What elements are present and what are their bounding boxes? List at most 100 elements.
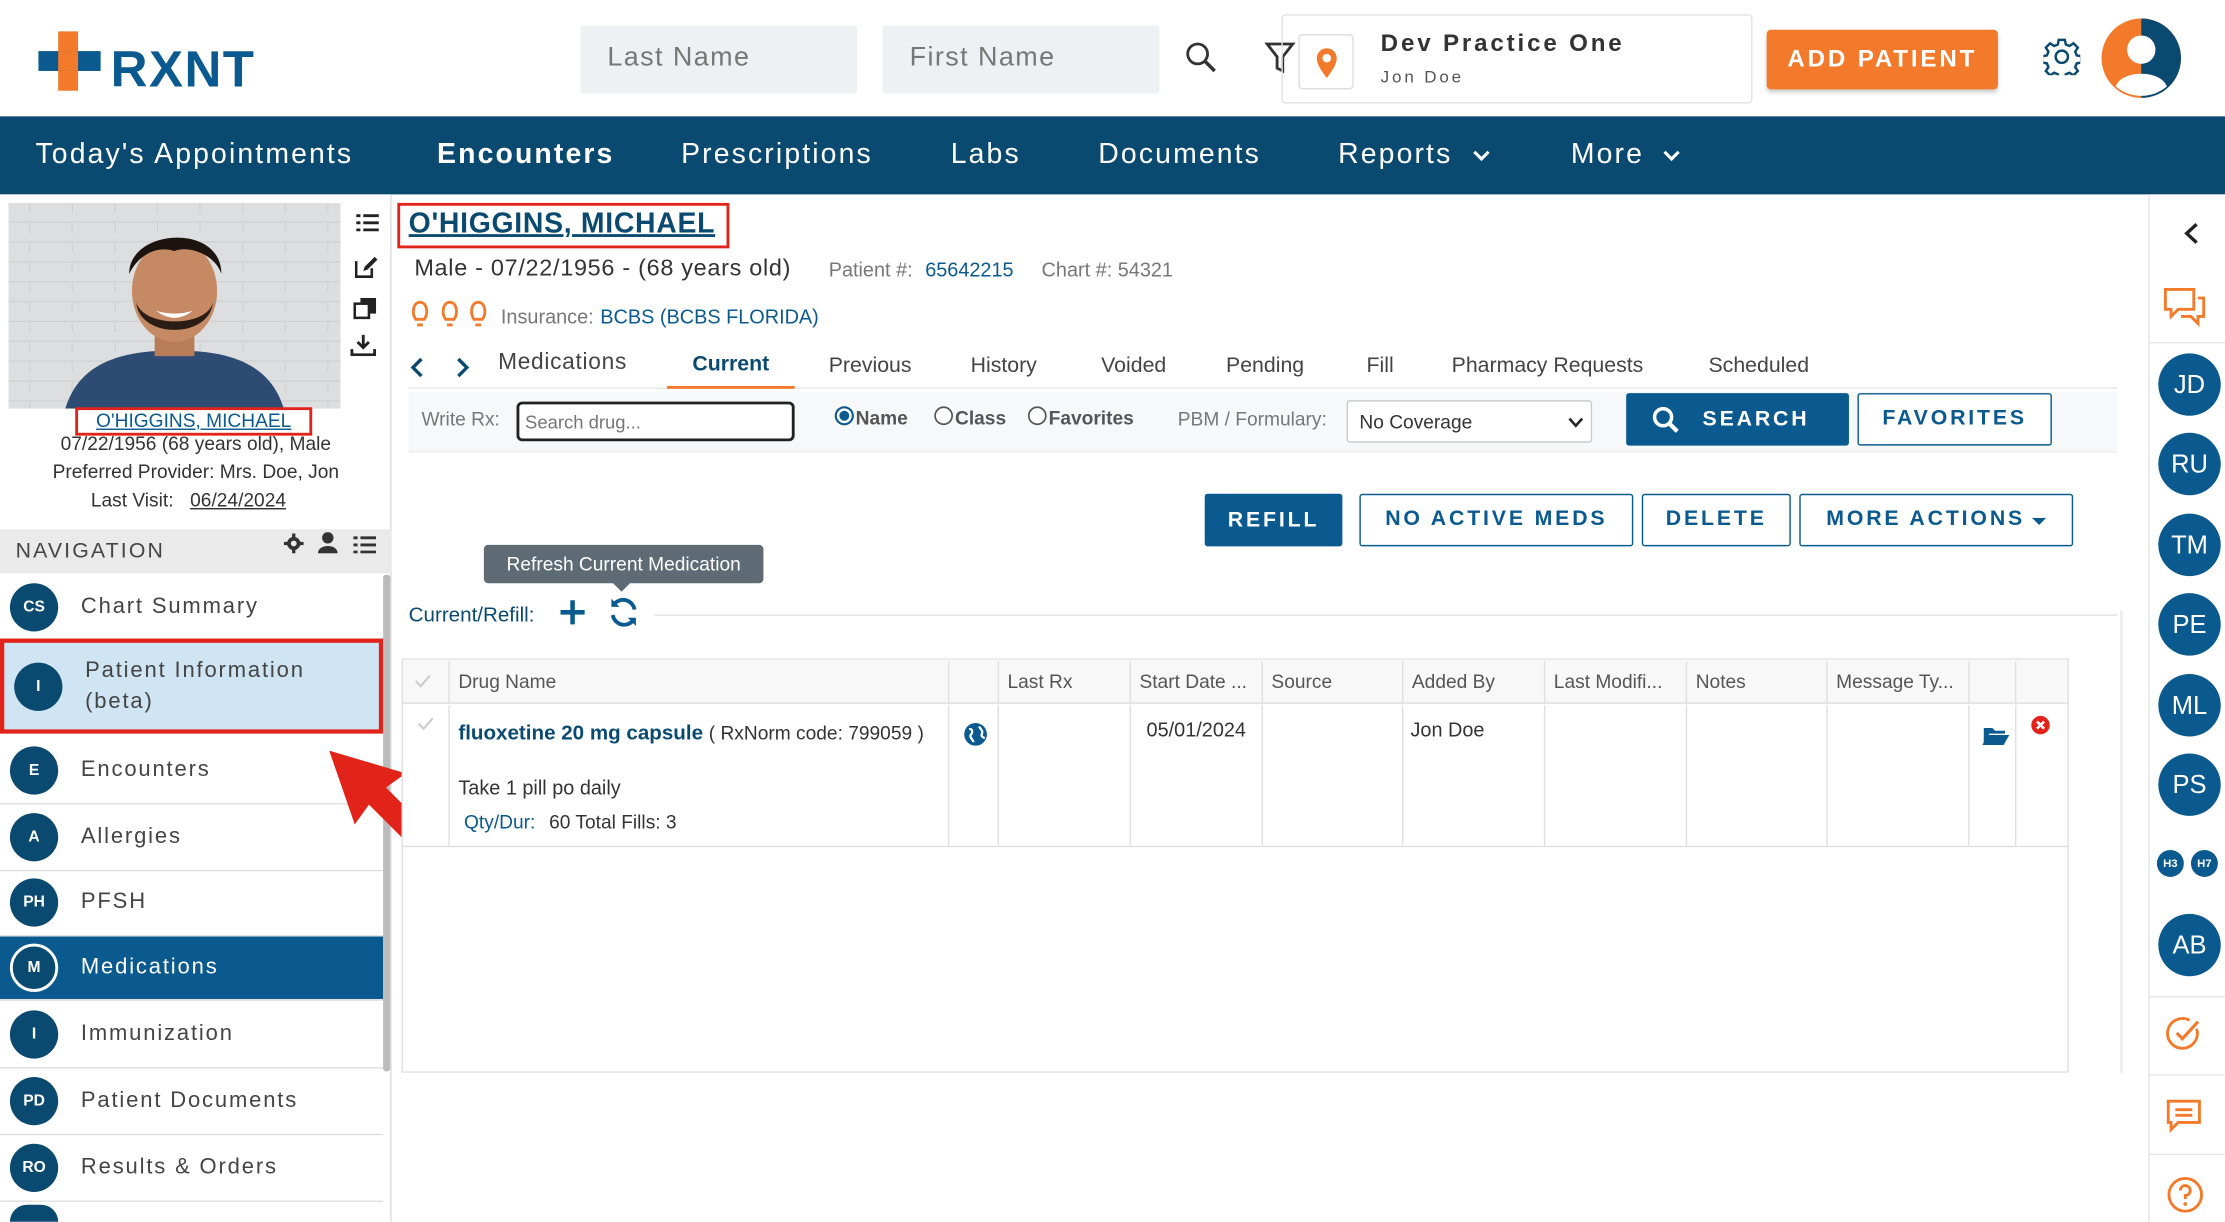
nav-item-patient-information[interactable]: I Patient Information (beta) [0, 638, 384, 734]
refresh-icon[interactable] [607, 596, 640, 629]
col-added-by[interactable]: Added By [1401, 661, 1544, 704]
chat-icon[interactable] [2161, 285, 2206, 328]
nav-item-label: Encounters [80, 757, 211, 782]
nav-labs[interactable]: Labs [951, 116, 1021, 194]
drug-name[interactable]: fluoxetine 20 mg capsule [458, 722, 703, 745]
no-active-meds-button[interactable]: NO ACTIVE MEDS [1359, 493, 1634, 547]
search-drug-input[interactable] [516, 401, 795, 442]
col-start-date[interactable]: Start Date ... [1129, 661, 1262, 704]
avatar-tm[interactable]: TM [2158, 513, 2221, 577]
chevron-left-icon[interactable] [2182, 221, 2199, 245]
favorites-button[interactable]: FAVORITES [1857, 393, 2052, 446]
avatar-jd[interactable]: JD [2158, 353, 2221, 416]
avatar-ab[interactable]: AB [2158, 913, 2221, 977]
delete-x-icon[interactable] [2031, 715, 2051, 735]
folder-open-icon[interactable] [1982, 725, 2010, 745]
search-icon[interactable] [1185, 41, 1219, 75]
add-icon[interactable] [558, 597, 588, 627]
avatar-ml[interactable]: ML [2158, 674, 2221, 737]
nav-item-patient-documents[interactable]: PD Patient Documents [0, 1069, 384, 1136]
refill-button[interactable]: REFILL [1204, 493, 1343, 547]
pbm-select[interactable]: No Coverage [1346, 400, 1593, 443]
copy-icon[interactable] [353, 297, 377, 321]
help-icon[interactable] [2167, 1176, 2204, 1213]
nav-item-encounters[interactable]: E Encounters [0, 738, 384, 805]
add-patient-button[interactable]: ADD PATIENT [1766, 29, 1998, 90]
tab-pending[interactable]: Pending [1226, 353, 1304, 377]
list-icon[interactable] [356, 213, 379, 233]
first-name-input[interactable]: First Name [882, 25, 1160, 94]
avatar-pe[interactable]: PE [2158, 593, 2221, 656]
nav-more[interactable]: More [1571, 116, 1644, 194]
nav-item-medications[interactable]: M Medications [0, 936, 384, 1001]
col-source[interactable]: Source [1261, 661, 1401, 704]
row-divider [997, 705, 999, 846]
search-button[interactable]: SEARCH [1626, 393, 1849, 446]
tab-scheduled[interactable]: Scheduled [1708, 353, 1809, 377]
tab-current[interactable]: Current [666, 338, 795, 389]
scrollbar[interactable] [2119, 610, 2123, 1073]
person-icon[interactable] [317, 532, 338, 554]
more-actions-button[interactable]: MORE ACTIONS [1799, 493, 2074, 547]
user-avatar[interactable] [2101, 18, 2182, 98]
edit-icon[interactable] [354, 255, 379, 278]
tab-previous[interactable]: Previous [829, 353, 912, 377]
tab-fill[interactable]: Fill [1366, 353, 1393, 377]
avatar-ru[interactable]: RU [2158, 432, 2221, 496]
row-divider [1543, 705, 1546, 846]
gear-icon[interactable] [2043, 38, 2081, 76]
col-notes[interactable]: Notes [1685, 661, 1826, 704]
lightbulb-icon[interactable] [410, 299, 492, 330]
tab-history[interactable]: History [971, 353, 1037, 377]
chevron-down-icon[interactable] [1472, 149, 1492, 163]
nav-item-immunization[interactable]: I Immunization [0, 1002, 384, 1069]
nav-item-results-orders[interactable]: RO Results & Orders [0, 1135, 384, 1202]
radio-class[interactable] [934, 406, 954, 426]
nav-item-label: Patient Documents [80, 1088, 299, 1113]
chevron-left-icon[interactable] [409, 356, 426, 379]
chevron-right-icon[interactable] [454, 356, 471, 379]
qty-value: 60 Total Fills: 3 [549, 811, 677, 833]
col-last-modified[interactable]: Last Modifi... [1543, 661, 1686, 704]
tab-pharmacy-requests[interactable]: Pharmacy Requests [1452, 353, 1644, 377]
nav-prescriptions[interactable]: Prescriptions [681, 116, 873, 194]
task-check-icon[interactable] [2165, 1016, 2202, 1053]
avatar-h3[interactable]: H3 [2156, 849, 2184, 877]
col-message-type[interactable]: Message Ty... [1826, 661, 1968, 704]
message-icon[interactable] [2165, 1098, 2202, 1133]
nav-reports[interactable]: Reports [1338, 116, 1452, 194]
avatar-ps[interactable]: PS [2158, 753, 2221, 816]
nav-item-label: Immunization [80, 1021, 234, 1046]
row-divider [1261, 705, 1263, 846]
avatar-h7[interactable]: H7 [2190, 849, 2218, 877]
nav-item-pfsh[interactable]: PH PFSH [0, 870, 384, 937]
gear-icon[interactable] [283, 533, 304, 554]
download-icon[interactable] [350, 333, 377, 357]
patient-title[interactable]: O'HIGGINS, MICHAEL [409, 209, 715, 242]
nav-encounters[interactable]: Encounters [437, 116, 614, 194]
nav-documents[interactable]: Documents [1098, 116, 1261, 194]
nav-item-label: Medications [80, 954, 219, 980]
check-icon[interactable] [414, 674, 431, 688]
chevron-down-icon[interactable] [1662, 149, 1682, 163]
last-name-input[interactable]: Last Name [580, 25, 858, 94]
last-visit-date[interactable]: 06/24/2024 [190, 490, 286, 511]
nav-todays-appointments[interactable]: Today's Appointments [35, 116, 353, 194]
logo-text[interactable]: RXNT [111, 40, 256, 100]
col-drug-name[interactable]: Drug Name [448, 661, 947, 704]
check-icon[interactable] [417, 717, 434, 731]
col-last-rx[interactable]: Last Rx [997, 661, 1130, 704]
nav-item-chart-summary[interactable]: CS Chart Summary [0, 575, 384, 642]
globe-icon[interactable] [964, 722, 988, 746]
insurance-value[interactable]: BCBS (BCBS FLORIDA) [600, 305, 819, 328]
patient-number[interactable]: 65642215 [925, 258, 1013, 281]
patient-card-name[interactable]: O'HIGGINS, MICHAEL [75, 407, 313, 436]
radio-name-selected[interactable] [834, 406, 854, 426]
nav-item-partial [9, 1204, 59, 1222]
tab-voided[interactable]: Voided [1101, 353, 1166, 377]
list-icon[interactable] [353, 535, 377, 554]
delete-button[interactable]: DELETE [1641, 493, 1791, 547]
radio-favorites[interactable] [1027, 406, 1047, 426]
nav-item-allergies[interactable]: A Allergies [0, 805, 384, 872]
practice-selector[interactable]: Dev Practice One Jon Doe [1281, 14, 1753, 104]
